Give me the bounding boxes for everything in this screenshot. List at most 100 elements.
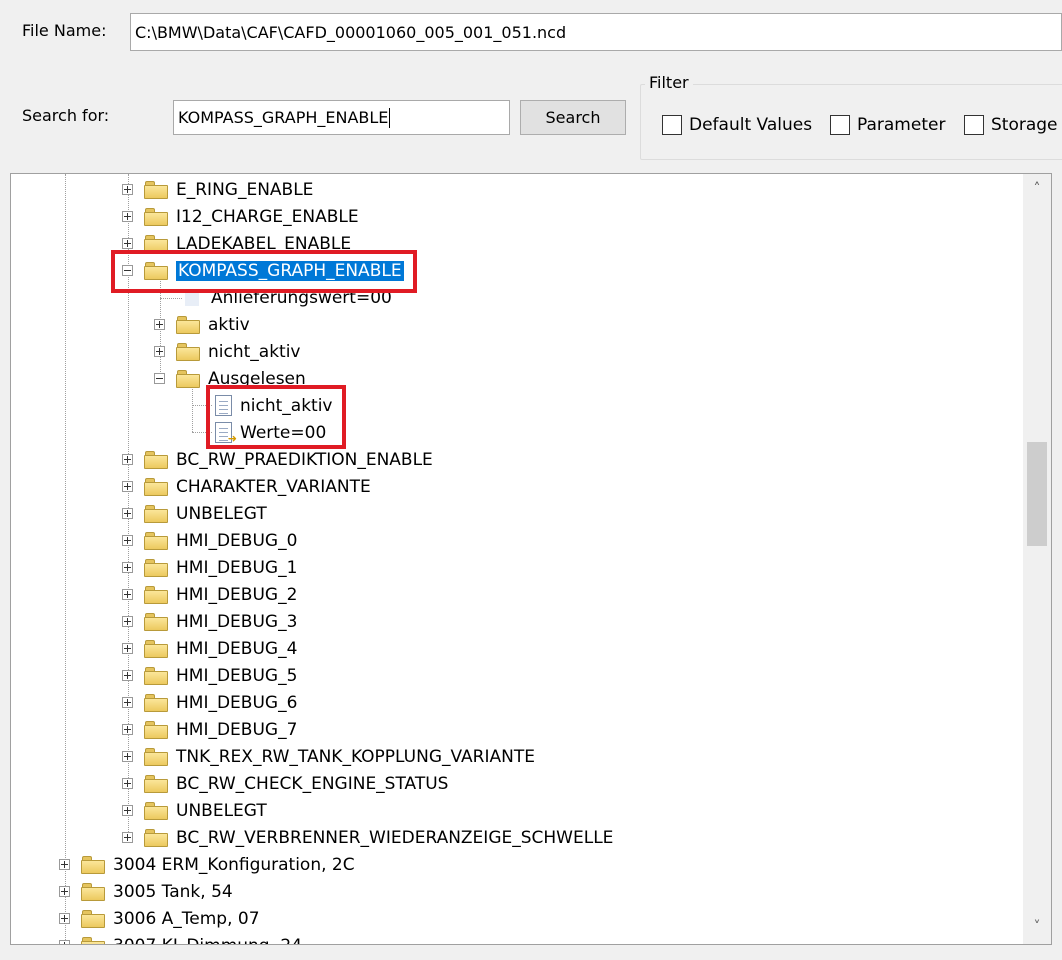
search-button[interactable]: Search: [520, 100, 626, 135]
tree-node-label: HMI_DEBUG_2: [176, 584, 298, 605]
tree-node-charakter-variante[interactable]: CHARAKTER_VARIANTE: [122, 473, 371, 500]
expand-icon[interactable]: [122, 454, 133, 465]
tree-scrollbar[interactable]: ˄ ˅: [1023, 174, 1051, 944]
folder-icon: [176, 342, 200, 361]
tree-node-label: TNK_REX_RW_TANK_KOPPLUNG_VARIANTE: [176, 746, 535, 767]
folder-icon: [176, 315, 200, 334]
expand-icon[interactable]: [122, 697, 133, 708]
expand-icon[interactable]: [59, 913, 70, 924]
expand-icon[interactable]: [122, 616, 133, 627]
expand-icon[interactable]: [122, 643, 133, 654]
tree-node-label: 3006 A_Temp, 07: [113, 908, 260, 929]
folder-icon: [144, 774, 168, 793]
tree-node-hmi-debug-0[interactable]: HMI_DEBUG_0: [122, 527, 297, 554]
tree-node-label: BC_RW_VERBRENNER_WIEDERANZEIGE_SCHWELLE: [176, 827, 614, 848]
tree-node-label: UNBELEGT: [176, 800, 267, 821]
tree-node-3006-a-temp[interactable]: 3006 A_Temp, 07: [59, 905, 260, 932]
tree-node-3004-erm-konfiguration[interactable]: 3004 ERM_Konfiguration, 2C: [59, 851, 355, 878]
expand-icon[interactable]: [122, 535, 133, 546]
file-name-input[interactable]: C:\BMW\Data\CAF\CAFD_00001060_005_001_05…: [130, 13, 1062, 51]
expand-icon[interactable]: [154, 319, 165, 330]
tree-node-hmi-debug-4[interactable]: HMI_DEBUG_4: [122, 635, 297, 662]
tree-node-hmi-debug-1[interactable]: HMI_DEBUG_1: [122, 554, 297, 581]
tree-node-hmi-debug-3[interactable]: HMI_DEBUG_3: [122, 608, 297, 635]
tree-node-hmi-debug-7[interactable]: HMI_DEBUG_7: [122, 716, 297, 743]
expand-icon[interactable]: [122, 238, 133, 249]
expand-icon[interactable]: [59, 859, 70, 870]
tree-node-e-ring-enable[interactable]: E_RING_ENABLE: [122, 176, 313, 203]
expand-icon[interactable]: [59, 940, 70, 944]
expand-icon[interactable]: [122, 778, 133, 789]
folder-icon: [81, 882, 105, 901]
tree-node-label: HMI_DEBUG_4: [176, 638, 298, 659]
tree-node-aktiv[interactable]: aktiv: [154, 311, 250, 338]
tree-node-hmi-debug-5[interactable]: HMI_DEBUG_5: [122, 662, 297, 689]
tree-node-bc-rw-verbrenner-wiederanzeige-schwelle[interactable]: BC_RW_VERBRENNER_WIEDERANZEIGE_SCHWELLE: [122, 824, 613, 851]
scroll-up-icon[interactable]: ˄: [1023, 176, 1051, 202]
folder-icon: [81, 936, 105, 944]
folder-icon: [144, 801, 168, 820]
expand-icon[interactable]: [122, 211, 133, 222]
expand-icon[interactable]: [122, 481, 133, 492]
folder-icon: [144, 666, 168, 685]
checkbox-box: [830, 115, 850, 135]
tree-node-nicht-aktiv[interactable]: nicht_aktiv: [154, 338, 301, 365]
expand-icon[interactable]: [122, 589, 133, 600]
filter-storage-checkbox[interactable]: Storage I: [964, 115, 1062, 135]
file-name-value: C:\BMW\Data\CAF\CAFD_00001060_005_001_05…: [135, 22, 567, 42]
expand-icon[interactable]: [122, 670, 133, 681]
filter-default-values-checkbox[interactable]: Default Values: [662, 115, 812, 135]
expand-icon[interactable]: [122, 805, 133, 816]
search-input-value: KOMPASS_GRAPH_ENABLE: [178, 108, 389, 127]
filter-default-values-label: Default Values: [689, 115, 813, 135]
folder-icon: [144, 531, 168, 550]
expand-icon[interactable]: [122, 184, 133, 195]
tree-node-3007-ki-dimmung[interactable]: 3007 KI_Dimmung, 24: [59, 932, 302, 945]
search-input[interactable]: KOMPASS_GRAPH_ENABLE: [173, 100, 510, 135]
scroll-down-icon[interactable]: ˅: [1023, 914, 1051, 940]
tree-node-bc-rw-praediktion-enable[interactable]: BC_RW_PRAEDIKTION_ENABLE: [122, 446, 433, 473]
folder-icon: [81, 855, 105, 874]
tree-node-label: BC_RW_CHECK_ENGINE_STATUS: [176, 773, 449, 794]
scrollbar-thumb[interactable]: [1027, 442, 1047, 546]
tree-node-label: E_RING_ENABLE: [176, 179, 314, 200]
folder-icon: [144, 504, 168, 523]
folder-icon: [144, 612, 168, 631]
expand-icon[interactable]: [154, 346, 165, 357]
expand-icon[interactable]: [122, 724, 133, 735]
collapse-icon[interactable]: [154, 373, 165, 384]
tree-node-unbelegt[interactable]: UNBELEGT: [122, 500, 267, 527]
tree-node-hmi-debug-6[interactable]: HMI_DEBUG_6: [122, 689, 297, 716]
tree-node-label: UNBELEGT: [176, 503, 267, 524]
tree-node-i12-charge-enable[interactable]: I12_CHARGE_ENABLE: [122, 203, 359, 230]
filter-storage-label: Storage I: [991, 115, 1062, 135]
folder-icon: [144, 639, 168, 658]
folder-icon: [144, 693, 168, 712]
tree-node-label: aktiv: [208, 314, 250, 335]
tree-node-tnk-rex-rw-tank-kopplung-variante[interactable]: TNK_REX_RW_TANK_KOPPLUNG_VARIANTE: [122, 743, 535, 770]
tree-node-unbelegt-2[interactable]: UNBELEGT: [122, 797, 267, 824]
tree-node-label: nicht_aktiv: [208, 341, 301, 362]
tree-node-label: 3007 KI_Dimmung, 24: [113, 936, 302, 945]
search-label: Search for:: [22, 106, 110, 125]
tree-node-label: CHARAKTER_VARIANTE: [176, 476, 371, 497]
expand-icon[interactable]: [59, 886, 70, 897]
folder-icon: [144, 180, 168, 199]
tree-node-3005-tank[interactable]: 3005 Tank, 54: [59, 878, 233, 905]
expand-icon[interactable]: [122, 832, 133, 843]
tree-view[interactable]: E_RING_ENABLE I12_CHARGE_ENABLE LADEKABE…: [10, 173, 1052, 945]
filter-title: Filter: [645, 73, 693, 92]
tree-guide-line: [192, 386, 193, 432]
text-caret: [389, 107, 391, 128]
folder-open-icon: [176, 369, 200, 388]
tree-node-hmi-debug-2[interactable]: HMI_DEBUG_2: [122, 581, 297, 608]
expand-icon[interactable]: [122, 562, 133, 573]
folder-icon: [144, 207, 168, 226]
tree-node-label: 3004 ERM_Konfiguration, 2C: [113, 854, 355, 875]
filter-parameter-checkbox[interactable]: Parameter: [830, 115, 945, 135]
expand-icon[interactable]: [122, 751, 133, 762]
folder-icon: [144, 747, 168, 766]
expand-icon[interactable]: [122, 508, 133, 519]
folder-icon: [144, 585, 168, 604]
tree-node-bc-rw-check-engine-status[interactable]: BC_RW_CHECK_ENGINE_STATUS: [122, 770, 448, 797]
